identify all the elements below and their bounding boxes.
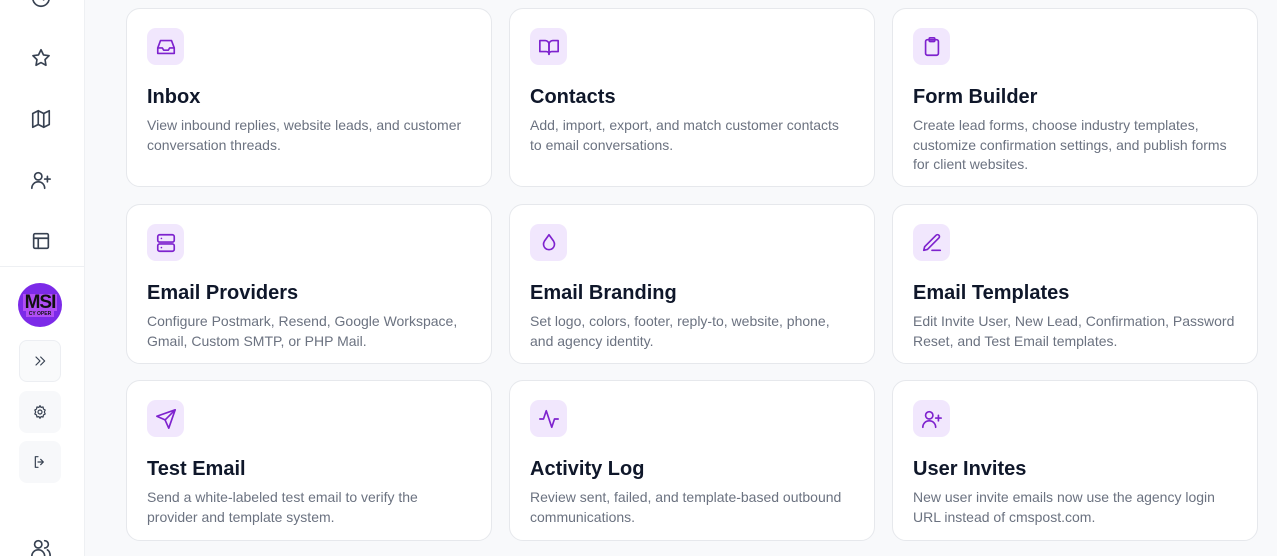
card-title: User Invites	[913, 458, 1027, 480]
card-user-invites[interactable]: User Invites New user invite emails now …	[892, 380, 1258, 541]
card-description: Send a white-labeled test email to verif…	[147, 489, 418, 525]
card-title: Email Templates	[913, 282, 1070, 304]
server-icon	[147, 224, 184, 261]
gear-icon	[34, 405, 46, 419]
card-title: Inbox	[147, 86, 201, 108]
users-icon[interactable]	[29, 536, 53, 556]
map-icon[interactable]	[29, 107, 53, 131]
avatar-subtext: CY OPER	[25, 310, 55, 317]
card-description: Configure Postmark, Resend, Google Works…	[147, 313, 458, 349]
card-form-builder[interactable]: Form Builder Create lead forms, choose i…	[892, 8, 1258, 187]
card-title: Form Builder	[913, 86, 1038, 108]
sidebar: MSI CY OPER	[0, 0, 85, 556]
card-description: Review sent, failed, and template-based …	[530, 489, 842, 525]
send-icon	[147, 400, 184, 437]
card-email-templates[interactable]: Email Templates Edit Invite User, New Le…	[892, 204, 1258, 364]
logout-icon	[34, 456, 44, 468]
layout-icon[interactable]	[29, 229, 53, 253]
card-contacts[interactable]: Contacts Add, import, export, and match …	[509, 8, 875, 187]
inbox-icon	[147, 28, 184, 65]
clipboard-icon	[913, 28, 950, 65]
avatar[interactable]: MSI CY OPER	[18, 283, 62, 327]
card-activity-log[interactable]: Activity Log Review sent, failed, and te…	[509, 380, 875, 541]
card-email-providers[interactable]: Email Providers Configure Postmark, Rese…	[126, 204, 492, 364]
user-plus-icon	[913, 400, 950, 437]
card-title: Email Providers	[147, 282, 299, 304]
chevrons-right-icon	[35, 356, 46, 366]
card-title: Test Email	[147, 458, 246, 480]
activity-icon	[530, 400, 567, 437]
star-icon[interactable]	[29, 46, 53, 70]
card-description: View inbound replies, website leads, and…	[147, 117, 462, 153]
card-inbox[interactable]: Inbox View inbound replies, website lead…	[126, 8, 492, 187]
card-description: Set logo, colors, footer, reply-to, webs…	[530, 313, 830, 349]
user-plus-icon[interactable]	[29, 168, 53, 192]
card-description: Add, import, export, and match customer …	[530, 117, 839, 153]
expand-sidebar-button[interactable]	[19, 340, 61, 382]
clock-icon[interactable]	[29, 0, 53, 10]
card-description: Edit Invite User, New Lead, Confirmation…	[913, 313, 1235, 349]
card-title: Activity Log	[530, 458, 645, 480]
avatar-text: MSI	[22, 291, 58, 313]
book-open-icon	[530, 28, 567, 65]
droplet-icon	[530, 224, 567, 261]
card-description: Create lead forms, choose industry templ…	[913, 117, 1227, 172]
logout-button[interactable]	[19, 441, 61, 483]
pen-line-icon	[913, 224, 950, 261]
card-email-branding[interactable]: Email Branding Set logo, colors, footer,…	[509, 204, 875, 364]
card-title: Email Branding	[530, 282, 677, 304]
card-test-email[interactable]: Test Email Send a white-labeled test ema…	[126, 380, 492, 541]
card-description: New user invite emails now use the agenc…	[913, 489, 1215, 525]
settings-button[interactable]	[19, 391, 61, 433]
sidebar-divider	[0, 266, 85, 267]
card-title: Contacts	[530, 86, 616, 108]
